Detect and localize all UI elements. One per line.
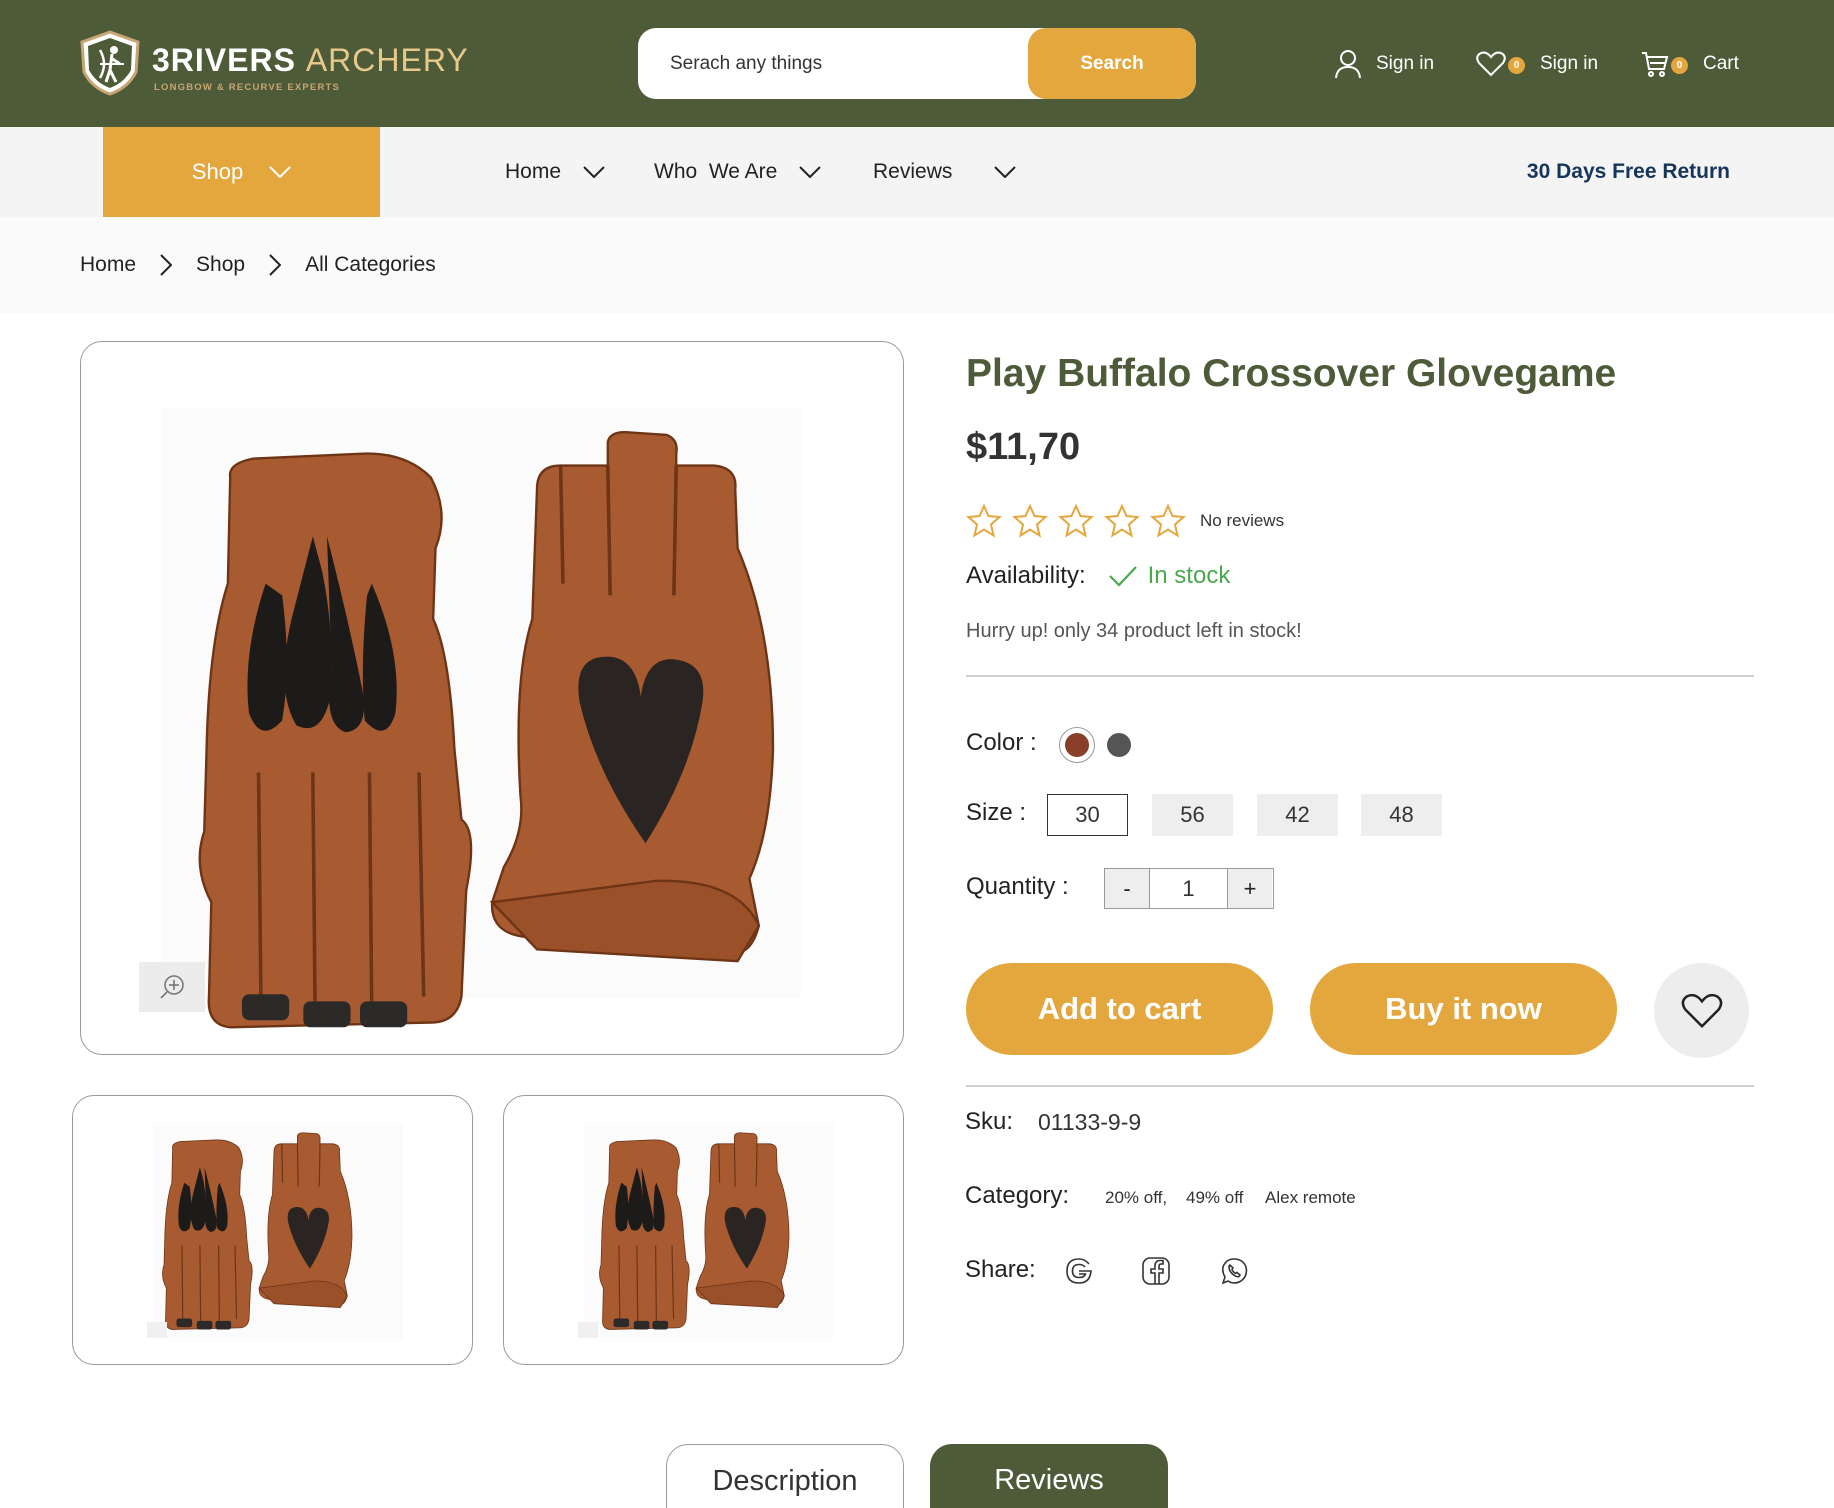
account-link[interactable]: Sign in <box>1334 46 1434 82</box>
star-icon <box>1150 504 1186 538</box>
logo-wordmark: 3RIVERS ARCHERY <box>152 42 469 79</box>
wishlist-link[interactable]: 0 Sign in <box>1476 46 1598 82</box>
shop-menu-label: Shop <box>191 159 244 184</box>
tab-description[interactable]: Description <box>666 1444 904 1508</box>
size-option-48[interactable]: 48 <box>1361 794 1442 836</box>
heart-icon <box>1681 993 1722 1028</box>
divider <box>966 1085 1754 1087</box>
search-button[interactable]: Search <box>1028 28 1196 99</box>
color-swatch-brown-fill <box>1065 733 1089 757</box>
category-label: Category: <box>965 1182 1070 1209</box>
quantity-increase-button[interactable]: + <box>1228 869 1272 908</box>
product-title: Play Buffalo Crossover Glovegame <box>966 352 1617 395</box>
sku-label: Sku: <box>965 1108 1014 1135</box>
google-icon[interactable] <box>1064 1256 1094 1286</box>
breadcrumb: Home Shop All Categories <box>80 217 436 313</box>
chevron-down-icon <box>994 166 1017 178</box>
product-thumbnail-1[interactable] <box>72 1095 473 1365</box>
add-to-wishlist-button[interactable] <box>1654 963 1749 1058</box>
glove-product-image <box>161 408 801 1030</box>
sku-value: 01133-9-9 <box>1038 1109 1142 1135</box>
size-label: Size : <box>966 799 1027 826</box>
quantity-label: Quantity : <box>966 873 1069 900</box>
color-label: Color : <box>966 729 1037 756</box>
stock-note: Hurry up! only 34 product left in stock! <box>966 620 1302 642</box>
account-label: Sign in <box>1376 53 1435 74</box>
nav-item-home[interactable]: Home <box>505 127 605 217</box>
quantity-stepper: - + <box>1104 868 1274 909</box>
free-return-promo: 30 Days Free Return <box>1526 160 1730 183</box>
logo-badge-icon <box>80 30 140 96</box>
nav-item-home-label: Home <box>505 160 562 183</box>
color-swatch-gray[interactable] <box>1107 733 1131 757</box>
reviews-count-text: No reviews <box>1200 511 1285 530</box>
facebook-icon[interactable] <box>1141 1256 1171 1286</box>
category-link[interactable]: 20% off, <box>1105 1188 1167 1208</box>
chevron-down-icon <box>269 166 291 178</box>
breadcrumb-shop[interactable]: Shop <box>196 253 245 277</box>
cart-link[interactable]: 0 Cart <box>1641 46 1739 82</box>
size-option-42[interactable]: 42 <box>1257 794 1338 836</box>
star-icon <box>1058 504 1094 538</box>
buy-now-button[interactable]: Buy it now <box>1310 963 1617 1055</box>
search-input[interactable] <box>638 28 1028 99</box>
nav-item-who-we-are-label: Who We Are <box>654 160 778 183</box>
nav-item-reviews-label: Reviews <box>873 160 953 183</box>
brand-logo[interactable]: 3RIVERS ARCHERY LONGBOW & RECURVE EXPERT… <box>78 30 468 100</box>
cart-label: Cart <box>1703 53 1739 74</box>
star-icon <box>1012 504 1048 538</box>
category-link[interactable]: 49% off <box>1186 1188 1243 1208</box>
main-product-image[interactable] <box>80 341 904 1055</box>
breadcrumb-home[interactable]: Home <box>80 253 136 277</box>
category-link[interactable]: Alex remote <box>1265 1188 1356 1208</box>
zoom-icon <box>578 1322 598 1338</box>
breadcrumb-bar: Home Shop All Categories <box>0 217 1834 313</box>
glove-thumbnail-image <box>153 1124 403 1339</box>
product-price: $11,70 <box>966 426 1081 468</box>
wishlist-label: Sign in <box>1540 53 1599 74</box>
main-nav: Shop Home Who We Are Reviews 30 Days Fre… <box>0 127 1834 217</box>
quantity-input[interactable] <box>1149 869 1228 908</box>
stock-status: In stock <box>1147 562 1231 589</box>
star-icon <box>966 504 1002 538</box>
zoom-in-button[interactable] <box>139 962 205 1012</box>
cart-count-badge: 0 <box>1671 56 1688 74</box>
color-swatch-brown[interactable] <box>1059 727 1095 763</box>
search-bar: Search <box>638 28 1196 99</box>
shop-menu-button[interactable]: Shop <box>103 127 380 217</box>
glove-thumbnail-image <box>584 1124 834 1339</box>
breadcrumb-all-categories[interactable]: All Categories <box>305 253 436 277</box>
logo-tagline: LONGBOW & RECURVE EXPERTS <box>154 82 341 93</box>
logo-wordmark-thin: ARCHERY <box>305 42 469 78</box>
chevron-down-icon <box>799 166 822 178</box>
chevron-down-icon <box>583 166 605 178</box>
add-to-cart-button[interactable]: Add to cart <box>966 963 1273 1055</box>
tab-reviews[interactable]: Reviews <box>930 1444 1168 1508</box>
whatsapp-icon[interactable] <box>1219 1256 1249 1286</box>
heart-icon <box>1476 51 1506 77</box>
zoom-in-icon <box>160 975 184 999</box>
divider <box>966 675 1754 677</box>
user-icon <box>1335 50 1361 79</box>
zoom-icon <box>147 1322 167 1338</box>
rating-stars[interactable]: No reviews <box>966 504 1284 538</box>
nav-item-who-we-are[interactable]: Who We Are <box>654 127 822 217</box>
product-thumbnail-2[interactable] <box>503 1095 904 1365</box>
chevron-right-icon <box>269 254 282 276</box>
availability: Availability: In stock <box>966 562 1230 590</box>
wishlist-count-badge: 0 <box>1508 56 1525 74</box>
size-option-56[interactable]: 56 <box>1152 794 1233 836</box>
top-header: 3RIVERS ARCHERY LONGBOW & RECURVE EXPERT… <box>0 0 1834 127</box>
logo-wordmark-bold: 3RIVERS <box>152 42 296 78</box>
availability-label: Availability: <box>966 562 1086 589</box>
size-option-30[interactable]: 30 <box>1047 794 1128 836</box>
share-label: Share: <box>965 1256 1036 1283</box>
checkmark-icon <box>1108 566 1137 587</box>
cart-icon <box>1642 52 1669 77</box>
chevron-right-icon <box>160 254 173 276</box>
star-icon <box>1104 504 1140 538</box>
quantity-decrease-button[interactable]: - <box>1105 869 1149 908</box>
nav-item-reviews[interactable]: Reviews <box>873 127 1017 217</box>
